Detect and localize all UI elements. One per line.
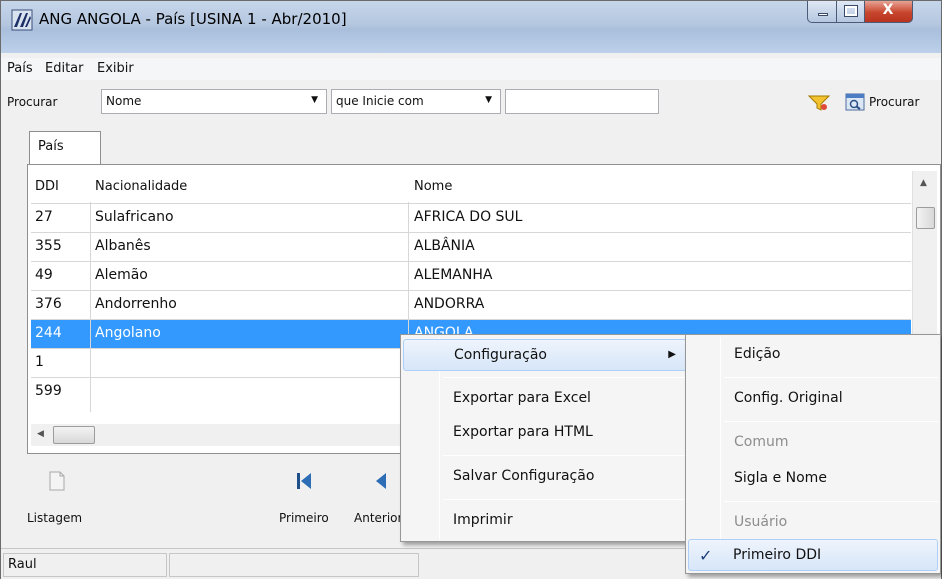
chevron-down-icon: ▼: [485, 95, 492, 105]
menu-group-label: Usuário: [734, 514, 788, 530]
cell-nacionalidade: Angolano: [95, 325, 161, 341]
menu-exibir[interactable]: Exibir: [97, 61, 134, 76]
submenu-item-primeiro-ddi[interactable]: ✓ Primeiro DDI: [688, 539, 938, 571]
cell-nome: ALBÂNIA: [414, 238, 475, 254]
search-input[interactable]: [505, 89, 659, 114]
search-button-label: Procurar: [869, 95, 920, 109]
window-title: ANG ANGOLA - País [USINA 1 - Abr/2010]: [39, 10, 347, 28]
menu-item-configuracao[interactable]: Configuração ▶: [403, 339, 687, 371]
maximize-button[interactable]: [837, 1, 865, 23]
menu-item-exportar-excel[interactable]: Exportar para Excel: [403, 383, 687, 415]
close-button[interactable]: X: [865, 1, 913, 23]
app-logo-icon: [11, 9, 33, 31]
search-icon: [845, 93, 865, 111]
first-record-icon: [297, 473, 311, 489]
search-field-value: Nome: [106, 94, 142, 108]
cell-ddi: 1: [35, 354, 44, 370]
document-icon: [49, 471, 65, 491]
column-header-nome[interactable]: Nome: [414, 179, 452, 194]
title-bar[interactable]: ANG ANGOLA - País [USINA 1 - Abr/2010] X: [1, 1, 941, 53]
status-user: Raul: [3, 553, 167, 577]
grid-header: DDI Nacionalidade Nome: [31, 174, 911, 202]
search-label: Procurar: [7, 95, 58, 109]
menu-item-label: Edição: [734, 346, 781, 362]
minimize-icon: [818, 13, 828, 16]
menu-separator: [724, 501, 938, 502]
cell-ddi: 599: [35, 383, 62, 399]
menu-group-label: Comum: [734, 434, 789, 450]
column-header-ddi[interactable]: DDI: [35, 179, 59, 194]
cell-nome: ANDORRA: [414, 296, 485, 312]
column-header-nacionalidade[interactable]: Nacionalidade: [95, 179, 187, 194]
submenu-arrow-icon: ▶: [668, 349, 676, 360]
menu-item-exportar-html[interactable]: Exportar para HTML: [403, 417, 687, 449]
listagem-label: Listagem: [27, 511, 83, 525]
search-mode-value: que Inicie com: [336, 94, 424, 108]
table-row[interactable]: 49 Alemão ALEMANHA: [31, 261, 911, 290]
table-row[interactable]: 376 Andorrenho ANDORRA: [31, 290, 911, 319]
cell-nacionalidade: Alemão: [95, 267, 148, 283]
column-divider: [90, 202, 91, 412]
menu-item-label: Configuração: [454, 347, 547, 363]
submenu-item-config-original[interactable]: Config. Original: [688, 383, 938, 415]
cell-ddi: 49: [35, 267, 53, 283]
minimize-button[interactable]: [807, 1, 837, 23]
menu-separator: [443, 499, 687, 500]
table-row[interactable]: 27 Sulafricano AFRICA DO SUL: [31, 203, 911, 232]
cell-nacionalidade: Andorrenho: [95, 296, 177, 312]
cell-ddi: 376: [35, 296, 62, 312]
search-toolbar: Procurar Nome ▼ que Inicie com ▼ Procura…: [1, 85, 941, 119]
menu-bar: País Editar Exibir: [1, 58, 941, 80]
submenu-group-comum: Comum: [688, 427, 938, 459]
submenu-configuracao: Edição Config. Original Comum Sigla e No…: [685, 334, 941, 574]
cell-nacionalidade: Sulafricano: [95, 209, 174, 225]
scroll-thumb[interactable]: [916, 207, 935, 229]
menu-separator: [443, 377, 687, 378]
menu-item-imprimir[interactable]: Imprimir: [403, 505, 687, 537]
scroll-thumb[interactable]: [53, 426, 95, 444]
menu-pais[interactable]: País: [7, 61, 33, 76]
menu-separator: [724, 421, 938, 422]
menu-item-label: Salvar Configuração: [453, 468, 595, 484]
filter-icon[interactable]: [808, 94, 830, 112]
menu-item-label: Imprimir: [453, 512, 513, 528]
menu-item-label: Exportar para HTML: [453, 424, 593, 440]
horizontal-scrollbar[interactable]: ◀: [31, 424, 411, 446]
cell-ddi: 27: [35, 209, 53, 225]
menu-separator: [724, 377, 938, 378]
cell-nome: ALEMANHA: [414, 267, 493, 283]
search-mode-select[interactable]: que Inicie com ▼: [331, 89, 501, 114]
previous-record-icon: [376, 473, 386, 489]
status-panel: [169, 553, 419, 577]
primeiro-label: Primeiro: [279, 511, 329, 525]
menu-item-label: Sigla e Nome: [734, 470, 827, 486]
anterior-label: Anterior: [354, 511, 403, 525]
scroll-left-icon[interactable]: ◀: [37, 429, 44, 439]
menu-separator: [443, 455, 687, 456]
tab-pais[interactable]: País: [29, 131, 101, 165]
search-field-select[interactable]: Nome ▼: [101, 89, 327, 114]
cell-nome: AFRICA DO SUL: [414, 209, 523, 225]
table-row[interactable]: 355 Albanês ALBÂNIA: [31, 232, 911, 261]
scroll-up-icon[interactable]: ▲: [920, 178, 927, 188]
context-menu: Configuração ▶ Exportar para Excel Expor…: [400, 334, 690, 542]
menu-item-label: Exportar para Excel: [453, 390, 591, 406]
chevron-down-icon: ▼: [311, 95, 318, 105]
maximize-icon: [844, 5, 858, 17]
menu-item-salvar-configuracao[interactable]: Salvar Configuração: [403, 461, 687, 493]
cell-ddi: 244: [35, 325, 62, 341]
checkmark-icon: ✓: [699, 546, 713, 565]
cell-ddi: 355: [35, 238, 62, 254]
close-icon: X: [882, 2, 894, 18]
cell-nacionalidade: Albanês: [95, 238, 151, 254]
menu-item-label: Config. Original: [734, 390, 843, 406]
menu-editar[interactable]: Editar: [45, 61, 84, 76]
menu-item-label: Primeiro DDI: [733, 547, 822, 563]
submenu-group-usuario: Usuário: [688, 507, 938, 539]
submenu-item-sigla-e-nome[interactable]: Sigla e Nome: [688, 463, 938, 495]
submenu-item-edicao[interactable]: Edição: [688, 339, 938, 371]
